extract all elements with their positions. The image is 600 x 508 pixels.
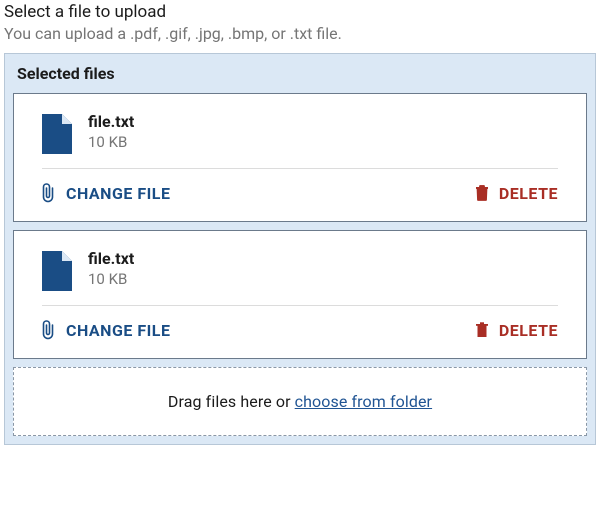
delete-label: DELETE [499, 184, 558, 203]
selected-files-panel: Selected files file.txt 10 KB [4, 53, 596, 445]
file-icon [42, 251, 72, 291]
trash-icon [475, 184, 489, 202]
choose-from-folder-link[interactable]: choose from folder [295, 392, 432, 411]
page-title: Select a file to upload [4, 2, 596, 22]
paperclip-icon [42, 320, 56, 340]
delete-label: DELETE [499, 321, 558, 340]
delete-button[interactable]: DELETE [475, 184, 558, 203]
file-name: file.txt [88, 112, 134, 133]
change-file-label: CHANGE FILE [66, 321, 170, 340]
file-size: 10 KB [88, 270, 134, 288]
paperclip-icon [42, 183, 56, 203]
file-name: file.txt [88, 249, 134, 270]
page-hint: You can upload a .pdf, .gif, .jpg, .bmp,… [4, 24, 596, 43]
panel-heading: Selected files [5, 54, 595, 93]
delete-button[interactable]: DELETE [475, 321, 558, 340]
dropzone[interactable]: Drag files here or choose from folder [13, 367, 587, 436]
trash-icon [475, 321, 489, 339]
dropzone-text: Drag files here or [168, 392, 295, 411]
file-card: file.txt 10 KB CHANGE FILE [13, 230, 587, 359]
file-size: 10 KB [88, 133, 134, 151]
change-file-label: CHANGE FILE [66, 184, 170, 203]
file-card: file.txt 10 KB CHANGE FILE [13, 93, 587, 222]
change-file-button[interactable]: CHANGE FILE [42, 183, 170, 203]
file-icon [42, 114, 72, 154]
change-file-button[interactable]: CHANGE FILE [42, 320, 170, 340]
